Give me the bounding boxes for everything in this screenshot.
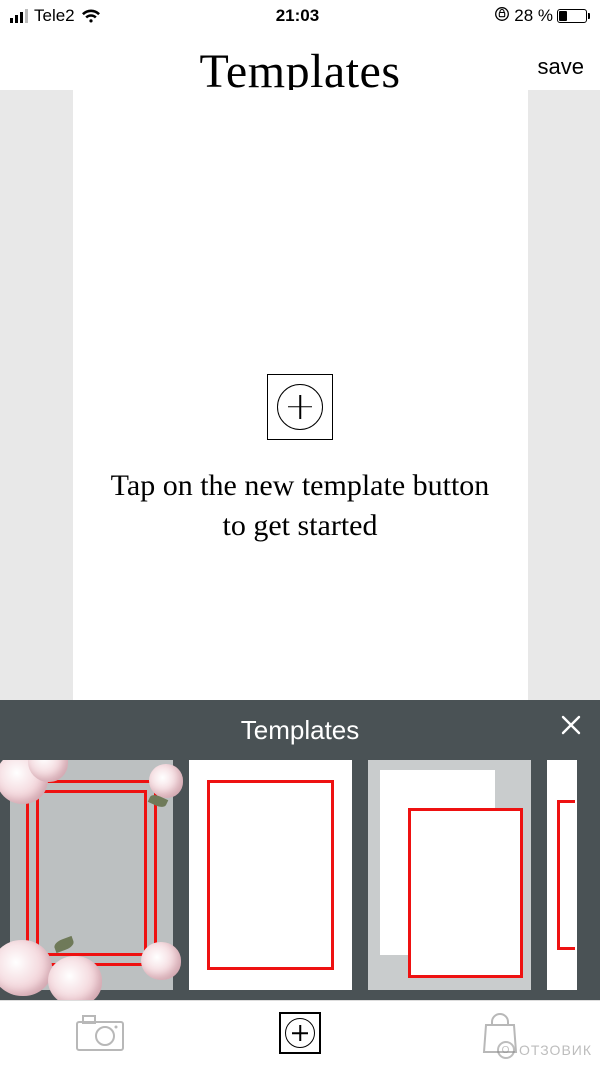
new-template-button[interactable] bbox=[267, 374, 333, 440]
camera-button[interactable] bbox=[73, 1009, 127, 1057]
clock: 21:03 bbox=[276, 6, 319, 26]
battery-percent: 28 % bbox=[514, 6, 553, 26]
app-header: Templates save bbox=[0, 32, 600, 90]
drawer-header: Templates bbox=[0, 700, 600, 760]
template-strip[interactable] bbox=[0, 760, 600, 1000]
close-button[interactable] bbox=[560, 714, 582, 742]
drawer-title: Templates bbox=[241, 715, 360, 746]
wifi-icon bbox=[81, 9, 101, 24]
template-thumbnail[interactable] bbox=[547, 760, 577, 990]
carrier-label: Tele2 bbox=[34, 6, 75, 26]
status-right: 28 % bbox=[494, 6, 590, 27]
battery-icon bbox=[557, 9, 590, 23]
templates-drawer: Templates bbox=[0, 700, 600, 1000]
status-bar: Tele2 21:03 28 % bbox=[0, 0, 600, 32]
plus-icon bbox=[277, 384, 323, 430]
status-left: Tele2 bbox=[10, 6, 101, 26]
template-thumbnail[interactable] bbox=[189, 760, 352, 990]
editor-canvas[interactable]: Tap on the new template button to get st… bbox=[73, 90, 528, 700]
editor-canvas-area: Tap on the new template button to get st… bbox=[0, 90, 600, 700]
plus-box-icon bbox=[279, 1012, 321, 1054]
add-template-button[interactable] bbox=[273, 1009, 327, 1057]
canvas-hint-text: Tap on the new template button to get st… bbox=[100, 466, 500, 547]
template-thumbnail[interactable] bbox=[368, 760, 531, 990]
camera-icon bbox=[75, 1014, 125, 1052]
close-icon bbox=[560, 714, 582, 736]
page-title: Templates bbox=[199, 44, 400, 91]
save-button[interactable]: save bbox=[538, 54, 584, 80]
watermark: ООТЗОВИК bbox=[497, 1041, 592, 1059]
template-thumbnail[interactable] bbox=[10, 760, 173, 990]
signal-icon bbox=[10, 9, 28, 23]
orientation-lock-icon bbox=[494, 6, 510, 27]
